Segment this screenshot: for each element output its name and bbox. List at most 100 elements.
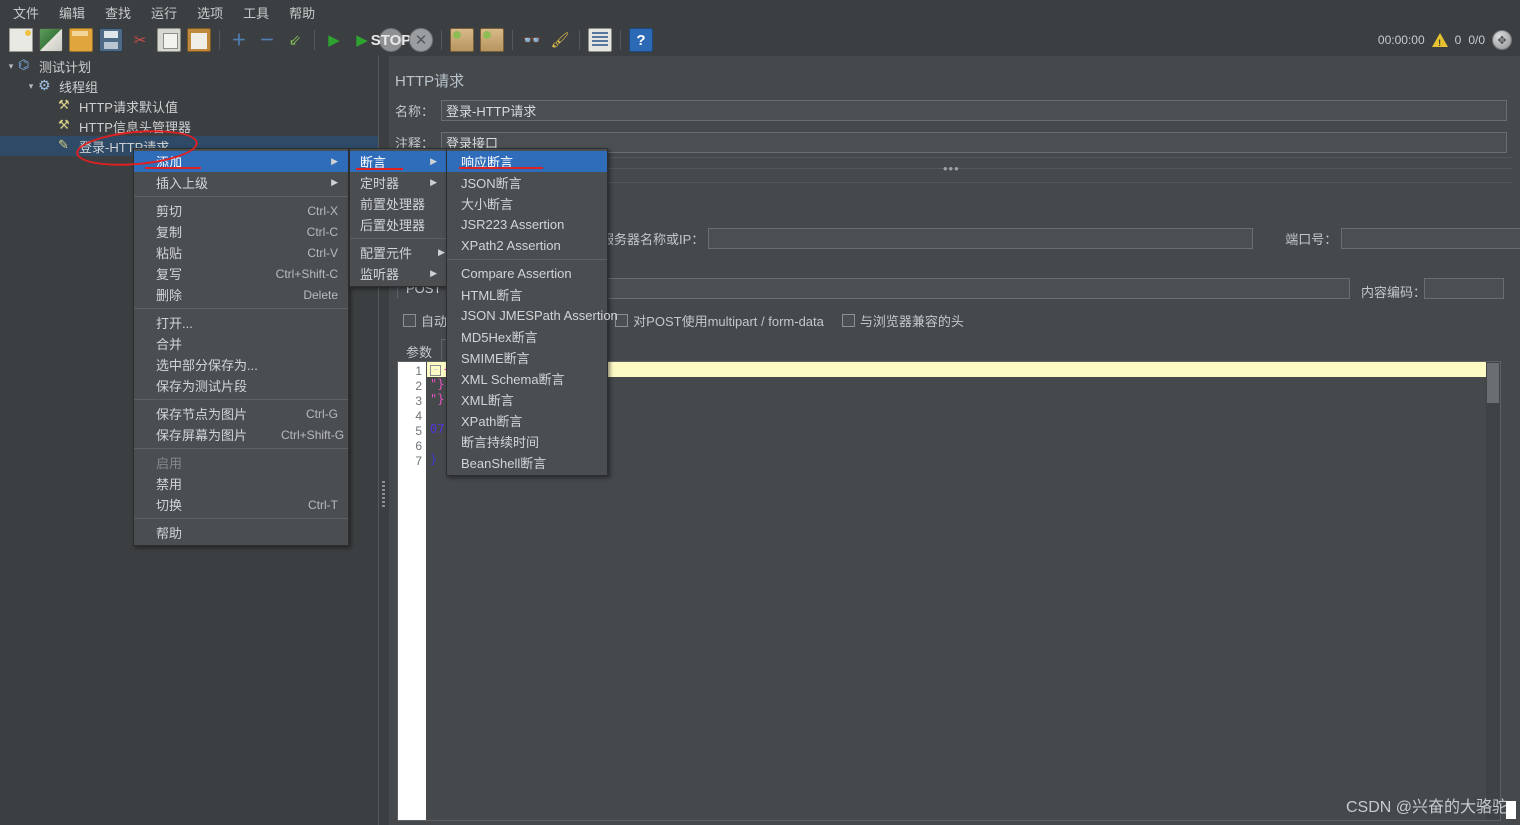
tree-node-2[interactable]: ⚒ HTTP请求默认值 — [0, 96, 378, 116]
cut-icon[interactable]: ✂ — [129, 29, 151, 51]
line-number: 2 — [415, 379, 422, 393]
auto-redirect-checkbox[interactable] — [403, 314, 416, 327]
new-from-template-icon[interactable] — [39, 28, 63, 52]
menu-separator — [447, 259, 607, 260]
editor-vertical-scrollbar[interactable] — [1486, 362, 1500, 820]
browser-compatible-headers-checkbox[interactable] — [841, 314, 855, 327]
editor-scrollbar-thumb[interactable] — [1487, 363, 1499, 403]
menu-item-shortcut: Ctrl-X — [307, 203, 338, 218]
chevron-down-icon[interactable]: ▾ — [4, 61, 18, 72]
menu-item-后置处理器[interactable]: 后置处理器▶ — [350, 214, 458, 235]
menu-编辑[interactable]: 编辑 — [50, 0, 94, 25]
menu-查找[interactable]: 查找 — [96, 0, 140, 25]
menu-separator — [134, 196, 348, 197]
menu-运行[interactable]: 运行 — [142, 0, 186, 25]
tree-node-1[interactable]: ▾ ⚙ 线程组 — [0, 76, 378, 96]
chevron-down-icon[interactable]: ▾ — [24, 81, 38, 92]
menu-item-合并[interactable]: 合并 — [134, 333, 348, 354]
menu-item-保存节点为图片[interactable]: 保存节点为图片 Ctrl-G — [134, 403, 348, 424]
code-fold-icon[interactable]: − — [430, 365, 441, 376]
tree-node-0[interactable]: ▾ ⌬ 测试计划 — [0, 56, 378, 76]
collapse-handle-dots[interactable]: ••• — [943, 162, 960, 175]
shutdown-icon[interactable]: ✕ — [409, 28, 433, 52]
copy-icon[interactable] — [157, 28, 181, 52]
menu-item-大小断言[interactable]: 大小断言 — [447, 193, 607, 214]
menu-item-XML Schema断言[interactable]: XML Schema断言 — [447, 368, 607, 389]
browser-compatible-headers-checkbox-wrapper[interactable]: 与浏览器兼容的头 — [841, 311, 964, 330]
menu-item-断言持续时间[interactable]: 断言持续时间 — [447, 431, 607, 452]
expand-all-icon[interactable]: ＋ — [228, 29, 250, 51]
menu-item-XML断言[interactable]: XML断言 — [447, 389, 607, 410]
navigation-ball-icon[interactable] — [1492, 30, 1512, 50]
menu-item-HTML断言[interactable]: HTML断言 — [447, 284, 607, 305]
menu-item-禁用[interactable]: 禁用 — [134, 473, 348, 494]
menu-item-SMIME断言[interactable]: SMIME断言 — [447, 347, 607, 368]
open-icon[interactable] — [69, 28, 93, 52]
warning-icon[interactable] — [1431, 33, 1448, 48]
menu-item-定时器[interactable]: 定时器 ▶ — [350, 172, 447, 193]
menu-item-保存屏幕为图片[interactable]: 保存屏幕为图片 Ctrl+Shift-G — [134, 424, 348, 445]
tree-context-menu[interactable]: 添加 ▶ 插入上级 ▶ 剪切 Ctrl-X 复制 Ctrl-C 粘贴 Ctrl-V 复写 Ctrl+S… — [133, 148, 349, 546]
toggle-icon[interactable]: ⇙ — [284, 29, 306, 51]
menu-item-帮助[interactable]: 帮助 — [134, 522, 348, 543]
collapse-all-icon[interactable]: － — [256, 29, 278, 51]
name-input[interactable]: 登录-HTTP请求 — [441, 100, 1507, 121]
menu-item-Compare Assertion[interactable]: Compare Assertion — [447, 263, 607, 284]
warning-count: 0 — [1454, 33, 1462, 47]
menu-item-粘贴[interactable]: 粘贴 Ctrl-V — [134, 242, 348, 263]
test-plan-icon: ⌬ — [18, 57, 30, 72]
port-input[interactable] — [1341, 228, 1520, 249]
menu-帮助[interactable]: 帮助 — [280, 0, 324, 25]
menu-item-XPath断言[interactable]: XPath断言 — [447, 410, 607, 431]
multipart-checkbox-wrapper[interactable]: 对POST使用multipart / form-data — [615, 311, 824, 330]
start-no-pause-icon[interactable]: ▶ — [351, 29, 373, 51]
reset-search-icon[interactable]: 🖌 — [549, 29, 571, 51]
annotation-underline-response-assertion — [459, 167, 543, 169]
name-label: 名称： — [395, 104, 435, 119]
menu-item-shortcut: Ctrl-T — [308, 497, 338, 512]
menu-item-剪切[interactable]: 剪切 Ctrl-X — [134, 200, 348, 221]
menu-item-配置元件[interactable]: 配置元件 ▶ — [350, 242, 447, 263]
menu-item-label: 删除 — [156, 288, 183, 303]
menu-item-切换[interactable]: 切换 Ctrl-T — [134, 494, 348, 515]
server-input[interactable] — [708, 228, 1254, 249]
menu-工具[interactable]: 工具 — [234, 0, 278, 25]
menu-选项[interactable]: 选项 — [188, 0, 232, 25]
menu-item-删除[interactable]: 删除 Delete — [134, 284, 348, 305]
help-icon[interactable]: ? — [629, 28, 653, 52]
submenu-arrow-icon: ▶ — [430, 156, 437, 166]
tab-参数[interactable]: 参数 — [397, 339, 441, 360]
annotation-underline-add — [145, 167, 201, 169]
menu-文件[interactable]: 文件 — [4, 0, 48, 25]
new-test-plan-icon[interactable] — [9, 28, 33, 52]
tree-node-3[interactable]: ⚒ HTTP信息头管理器 — [0, 116, 378, 136]
clear-all-icon[interactable] — [480, 28, 504, 52]
menu-item-复制[interactable]: 复制 Ctrl-C — [134, 221, 348, 242]
menu-item-保存为测试片段[interactable]: 保存为测试片段 — [134, 375, 348, 396]
menu-item-label: XPath断言 — [461, 414, 523, 429]
search-icon[interactable]: 👓 — [521, 29, 543, 51]
menu-item-BeanShell断言[interactable]: BeanShell断言 — [447, 452, 607, 473]
splitter-grip[interactable] — [382, 481, 385, 507]
menu-item-选中部分保存为...[interactable]: 选中部分保存为... — [134, 354, 348, 375]
menu-item-shortcut: Delete — [303, 287, 338, 302]
toolbar: ✂＋－⇙▶▶STOP✕👓🖌? 00:00:00 0 0/0 — [0, 24, 1520, 57]
encoding-input[interactable] — [1424, 278, 1504, 299]
stop-icon[interactable]: STOP — [371, 28, 411, 52]
paste-icon[interactable] — [187, 28, 211, 52]
menu-item-监听器[interactable]: 监听器 ▶ — [350, 263, 447, 284]
assertion-submenu[interactable]: 响应断言 JSON断言 大小断言 JSR223 Assertion XPath2 Ass… — [446, 148, 618, 476]
menu-item-XPath2 Assertion[interactable]: XPath2 Assertion — [447, 235, 607, 256]
menu-item-打开...[interactable]: 打开... — [134, 312, 348, 333]
function-helper-icon[interactable] — [588, 28, 612, 52]
menu-item-复写[interactable]: 复写 Ctrl+Shift-C — [134, 263, 348, 284]
start-icon[interactable]: ▶ — [323, 29, 345, 51]
menu-item-JSON断言[interactable]: JSON断言 — [447, 172, 607, 193]
menu-item-JSON JMESPath Assertion[interactable]: JSON JMESPath Assertion — [447, 305, 618, 326]
clear-icon[interactable] — [450, 28, 474, 52]
save-test-plan-icon[interactable] — [99, 28, 123, 52]
menu-item-插入上级[interactable]: 插入上级 ▶ — [134, 172, 348, 193]
menu-item-JSR223 Assertion[interactable]: JSR223 Assertion — [447, 214, 607, 235]
menu-item-MD5Hex断言[interactable]: MD5Hex断言 — [447, 326, 607, 347]
menu-item-前置处理器[interactable]: 前置处理器▶ — [350, 193, 458, 214]
